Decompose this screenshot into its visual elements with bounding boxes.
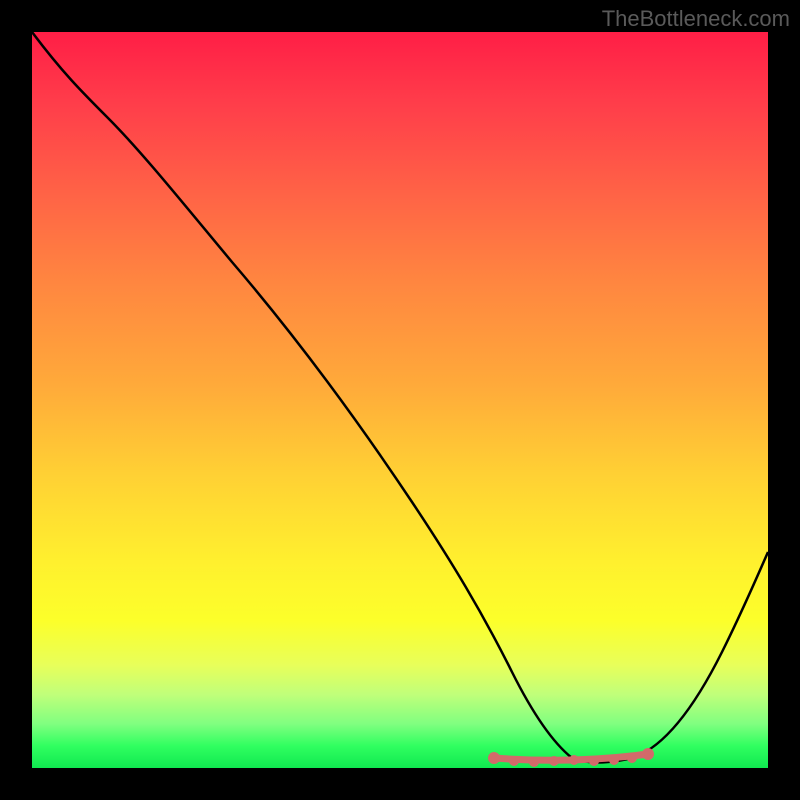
optimal-region-markers xyxy=(488,748,654,767)
bottleneck-curve-line xyxy=(32,32,768,763)
watermark-text: TheBottleneck.com xyxy=(602,6,790,32)
chart-plot-area xyxy=(32,32,768,768)
chart-svg xyxy=(32,32,768,768)
